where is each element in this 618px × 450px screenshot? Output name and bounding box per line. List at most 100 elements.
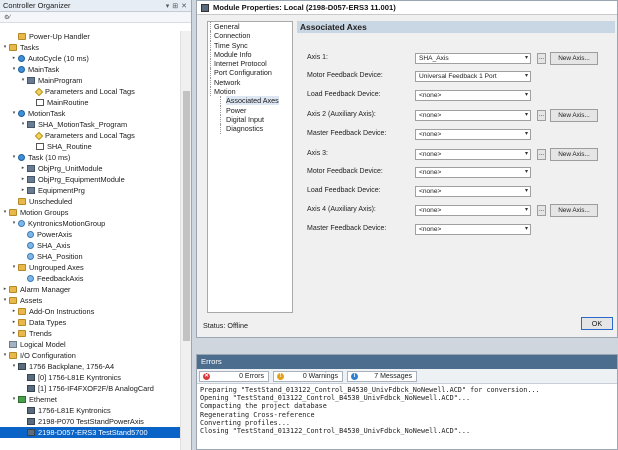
tree-item[interactable]: Parameters and Local Tags [0, 130, 180, 141]
collapse-icon[interactable]: ▾ [20, 119, 26, 130]
field-dropdown[interactable]: <none> ▾ [415, 90, 531, 101]
tree-item[interactable]: ▾ Ethernet [0, 394, 180, 405]
field-label: Load Feedback Device: [307, 187, 381, 194]
new-axis-button[interactable]: New Axis... [550, 52, 598, 65]
collapse-icon[interactable]: ▾ [2, 42, 8, 53]
field-dropdown[interactable]: <none> ▾ [415, 149, 531, 160]
tree-item[interactable]: ▸ Trends [0, 328, 180, 339]
nav-item[interactable]: Motion [208, 87, 292, 97]
tree-item[interactable]: ▾ I/O Configuration [0, 350, 180, 361]
collapse-icon[interactable]: ▾ [11, 218, 17, 229]
nav-item[interactable]: Power [208, 105, 292, 116]
browse-button[interactable]: ... [537, 149, 546, 160]
collapse-icon[interactable]: ▾ [11, 361, 17, 372]
ok-button[interactable]: OK [581, 317, 613, 330]
tree-item[interactable]: MainRoutine [0, 97, 180, 108]
field-dropdown[interactable]: <none> ▾ [415, 167, 531, 178]
field-dropdown[interactable]: Universal Feedback 1 Port ▾ [415, 71, 531, 82]
dock-icon[interactable]: ⊞ [172, 2, 178, 10]
field-dropdown[interactable]: <none> ▾ [415, 129, 531, 140]
tree-item[interactable]: ▸ Add-On Instructions [0, 306, 180, 317]
tree-item[interactable]: SHA_Axis [0, 240, 180, 251]
pin-icon[interactable]: ▾ [166, 2, 170, 10]
warning-filter-button[interactable]: ! 0 Warnings [273, 371, 343, 382]
tree-item[interactable]: ▾ KyntronicsMotionGroup [0, 218, 180, 229]
field-dropdown[interactable]: <none> ▾ [415, 205, 531, 216]
tree-item[interactable]: [1] 1756-IF4FXOF2F/B AnalogCard [0, 383, 180, 394]
scrollbar-thumb[interactable] [183, 91, 190, 341]
field-dropdown[interactable]: <none> ▾ [415, 110, 531, 121]
tree-item[interactable]: ▾ SHA_MotionTask_Program [0, 119, 180, 130]
organizer-scrollbar[interactable] [180, 31, 191, 450]
collapse-icon[interactable]: ▾ [2, 207, 8, 218]
tree-item[interactable]: ▾ Ungrouped Axes [0, 262, 180, 273]
toolbar-settings-icon[interactable]: ⚙⁄ [4, 14, 10, 21]
tree-item[interactable]: ▾ Motion Groups [0, 207, 180, 218]
tree-item[interactable]: Power-Up Handler [0, 31, 180, 42]
expand-icon[interactable]: ▸ [20, 185, 26, 196]
browse-button[interactable]: ... [537, 205, 546, 216]
tree-item-label: Parameters and Local Tags [45, 131, 135, 140]
browse-button[interactable]: ... [537, 53, 546, 64]
tree-item[interactable]: 2198-D057-ERS3 TestStand5700 [0, 427, 180, 438]
tree-item[interactable]: ▾ MotionTask [0, 108, 180, 119]
field-dropdown[interactable]: <none> ▾ [415, 224, 531, 235]
nav-item[interactable]: Time Sync [208, 40, 292, 51]
collapse-icon[interactable]: ▾ [20, 75, 26, 86]
tree-item[interactable]: ▾ 1756 Backplane, 1756-A4 [0, 361, 180, 372]
nav-item[interactable]: Connection [208, 31, 292, 41]
expand-icon[interactable]: ▸ [20, 163, 26, 174]
new-axis-button[interactable]: New Axis... [550, 204, 598, 217]
tree-item[interactable]: SHA_Routine [0, 141, 180, 152]
tree-item[interactable]: [0] 1756-L81E Kyntronics [0, 372, 180, 383]
expand-icon[interactable]: ▸ [11, 317, 17, 328]
nav-item[interactable]: Digital Input [208, 114, 292, 125]
expand-icon[interactable]: ▸ [2, 284, 8, 295]
tree-item[interactable]: Logical Model [0, 339, 180, 350]
tree-item[interactable]: ▾ Assets [0, 295, 180, 306]
tree-item[interactable]: ▸ Alarm Manager [0, 284, 180, 295]
tree-item[interactable]: ▾ Task (10 ms) [0, 152, 180, 163]
collapse-icon[interactable]: ▾ [2, 295, 8, 306]
tree-item[interactable]: ▸ AutoCycle (10 ms) [0, 53, 180, 64]
tree-item[interactable]: PowerAxis [0, 229, 180, 240]
nav-item[interactable]: Internet Protocol [208, 59, 292, 69]
info-filter-button[interactable]: i 7 Messages [347, 371, 417, 382]
tree-item[interactable]: ▾ MainTask [0, 64, 180, 75]
tree-item[interactable]: ▾ Tasks [0, 42, 180, 53]
tree-item[interactable]: ▸ EquipmentPrg [0, 185, 180, 196]
tree-item[interactable]: Parameters and Local Tags [0, 86, 180, 97]
new-axis-button[interactable]: New Axis... [550, 148, 598, 161]
expand-icon[interactable]: ▸ [11, 328, 17, 339]
nav-item[interactable]: Diagnostics [208, 124, 292, 134]
nav-item[interactable]: Associated Axes [208, 96, 292, 106]
expand-icon[interactable]: ▸ [11, 53, 17, 64]
field-dropdown[interactable]: SHA_Axis ▾ [415, 53, 531, 64]
error-filter-button[interactable]: ✕ 0 Errors [199, 371, 269, 382]
tree-item[interactable]: ▸ Data Types [0, 317, 180, 328]
expand-icon[interactable]: ▸ [20, 174, 26, 185]
close-icon[interactable]: ✕ [181, 2, 187, 10]
new-axis-button[interactable]: New Axis... [550, 109, 598, 122]
tree-item[interactable]: FeedbackAxis [0, 273, 180, 284]
tree-item[interactable]: SHA_Position [0, 251, 180, 262]
tree-item[interactable]: ▸ ObjPrg_UnitModule [0, 163, 180, 174]
expand-icon[interactable]: ▸ [11, 306, 17, 317]
tree-item[interactable]: Unscheduled [0, 196, 180, 207]
field-dropdown[interactable]: <none> ▾ [415, 186, 531, 197]
collapse-icon[interactable]: ▾ [11, 262, 17, 273]
nav-item[interactable]: General [208, 22, 292, 32]
browse-button[interactable]: ... [537, 110, 546, 121]
collapse-icon[interactable]: ▾ [11, 108, 17, 119]
collapse-icon[interactable]: ▾ [11, 64, 17, 75]
tree-item[interactable]: 2198-P070 TestStandPowerAxis [0, 416, 180, 427]
tree-item[interactable]: ▸ ObjPrg_EquipmentModule [0, 174, 180, 185]
nav-item[interactable]: Network [208, 77, 292, 88]
nav-item[interactable]: Port Configuration [208, 68, 292, 79]
collapse-icon[interactable]: ▾ [11, 394, 17, 405]
collapse-icon[interactable]: ▾ [2, 350, 8, 361]
tree-item[interactable]: ▾ MainProgram [0, 75, 180, 86]
nav-item[interactable]: Module Info [208, 49, 292, 60]
tree-item[interactable]: 1756-L81E Kyntronics [0, 405, 180, 416]
collapse-icon[interactable]: ▾ [11, 152, 17, 163]
